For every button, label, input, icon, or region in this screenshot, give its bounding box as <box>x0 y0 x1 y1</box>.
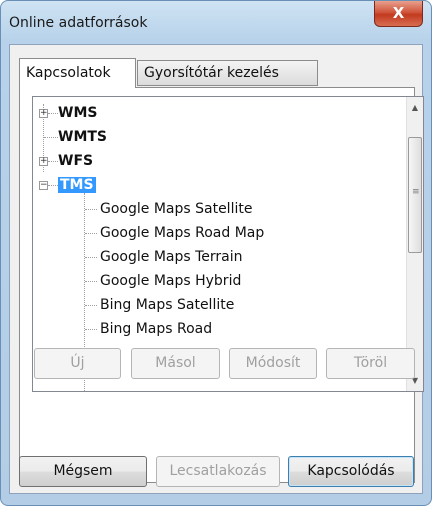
close-button[interactable]: X <box>374 1 423 27</box>
scroll-thumb[interactable]: ≡ <box>408 137 422 253</box>
dialog-window: Online adatforrások X Kapcsolatok Gyorsí… <box>0 0 432 506</box>
tree-node-wfs[interactable]: WFS <box>58 150 93 172</box>
connect-button[interactable]: Kapcsolódás <box>288 456 414 487</box>
tab-connections[interactable]: Kapcsolatok <box>19 58 136 88</box>
delete-button[interactable]: Töröl <box>326 348 415 379</box>
copy-button[interactable]: Másol <box>131 348 220 379</box>
tree-node-google-satellite[interactable]: Google Maps Satellite <box>100 198 252 220</box>
window-title: Online adatforrások <box>9 15 148 31</box>
collapse-icon[interactable]: − <box>39 181 48 190</box>
tree-line <box>48 161 58 162</box>
tree-line <box>48 185 58 186</box>
cancel-button[interactable]: Mégsem <box>19 456 147 487</box>
tree-line <box>85 233 97 234</box>
tree-line <box>85 209 97 210</box>
grip-icon: ≡ <box>412 187 420 197</box>
tab-cache-management[interactable]: Gyorsítótár kezelés <box>137 60 318 86</box>
disconnect-button[interactable]: Lecsatlakozás <box>156 456 280 487</box>
new-button[interactable]: Új <box>34 348 121 379</box>
selected-node-label: TMS <box>58 177 96 193</box>
tree-node-bing-road[interactable]: Bing Maps Road <box>100 318 212 340</box>
tree-node-google-hybrid[interactable]: Google Maps Hybrid <box>100 270 241 292</box>
tree-scrollbar[interactable]: ▲ ≡ ▼ <box>406 97 423 391</box>
tree-line <box>85 329 97 330</box>
tree-line <box>48 113 58 114</box>
tree-line <box>85 305 97 306</box>
dialog-body: Kapcsolatok Gyorsítótár kezelés + WMS WM… <box>9 44 424 494</box>
tree-line <box>85 281 97 282</box>
tree-node-wms[interactable]: WMS <box>58 102 97 124</box>
tree-node-bing-satellite[interactable]: Bing Maps Satellite <box>100 294 234 316</box>
expand-icon[interactable]: + <box>39 157 48 166</box>
tree-node-tms[interactable]: TMS <box>58 174 96 196</box>
edit-button[interactable]: Módosít <box>229 348 317 379</box>
expand-icon[interactable]: + <box>39 109 48 118</box>
tree-line <box>44 137 58 138</box>
close-icon: X <box>392 4 405 22</box>
tree-node-google-road[interactable]: Google Maps Road Map <box>100 222 264 244</box>
tree-node-google-terrain[interactable]: Google Maps Terrain <box>100 246 243 268</box>
tree-node-wmts[interactable]: WMTS <box>58 126 107 148</box>
tree-line <box>85 257 97 258</box>
scroll-up-icon[interactable]: ▲ <box>407 99 423 116</box>
